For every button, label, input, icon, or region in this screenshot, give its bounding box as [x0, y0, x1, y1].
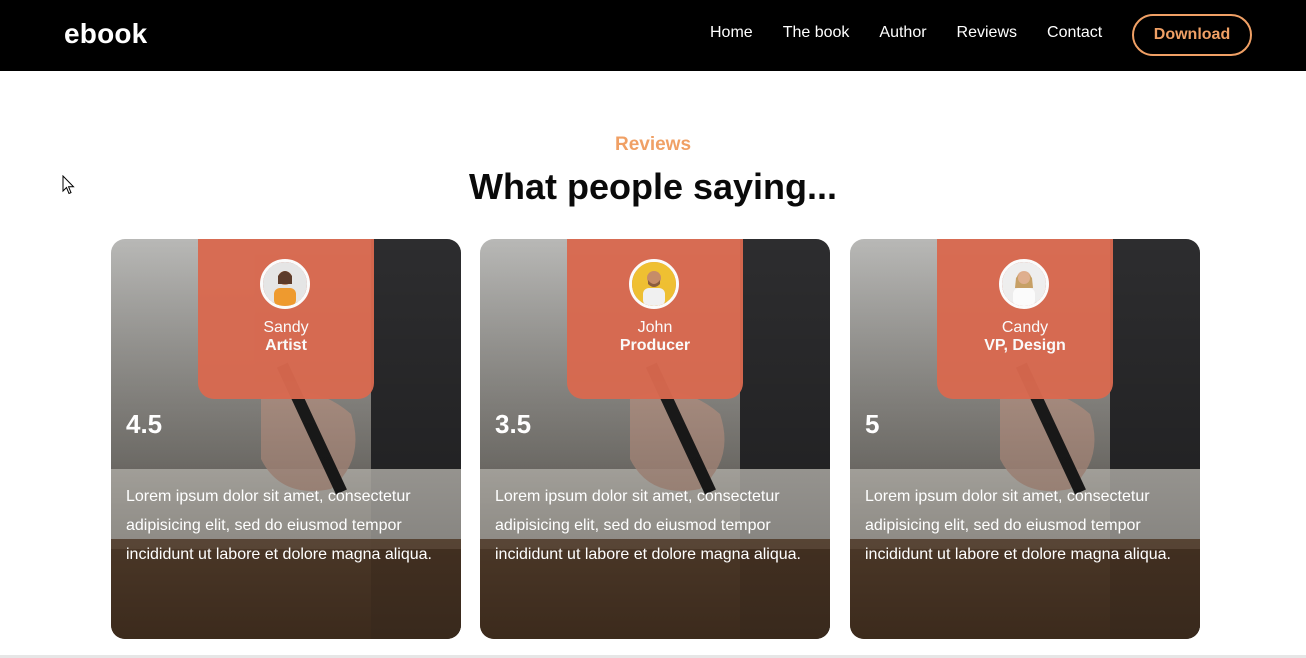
mouse-cursor-icon: [62, 175, 75, 195]
nav-reviews[interactable]: Reviews: [957, 24, 1017, 42]
review-card-sandy: Sandy Artist 4.5 Lorem ipsum dolor sit a…: [111, 239, 461, 639]
reviewer-name: Sandy: [263, 319, 309, 336]
nav-home[interactable]: Home: [710, 24, 753, 42]
reviewer-panel: Sandy Artist: [198, 239, 374, 399]
navbar: ebook Home The book Author Reviews Conta…: [0, 0, 1306, 71]
section-title: What people saying...: [468, 166, 838, 207]
rating-value: 3.5: [495, 409, 532, 439]
review-card-john: John Producer 3.5 Lorem ipsum dolor sit …: [480, 239, 830, 639]
brand-logo[interactable]: ebook: [64, 18, 147, 50]
reviewer-role: Artist: [265, 337, 307, 354]
section-subtitle: Reviews: [614, 134, 692, 155]
review-card-candy: Candy VP, Design 5 Lorem ipsum dolor sit…: [850, 239, 1200, 639]
reviewer-name: John: [637, 319, 673, 336]
person-avatar-icon: [632, 262, 676, 306]
reviewer-panel: Candy VP, Design: [937, 239, 1113, 399]
review-text: Lorem ipsum dolor sit amet, consectetur …: [495, 488, 801, 563]
reviewer-panel: John Producer: [567, 239, 743, 399]
rating-value: 5: [865, 409, 880, 439]
review-text: Lorem ipsum dolor sit amet, consectetur …: [126, 488, 432, 563]
nav-the-book[interactable]: The book: [783, 24, 850, 42]
avatar: [629, 259, 679, 309]
nav-links: Home The book Author Reviews Contact: [710, 24, 1132, 42]
reviewer-name: Candy: [1001, 319, 1049, 336]
review-text: Lorem ipsum dolor sit amet, consectetur …: [865, 488, 1171, 563]
nav-author[interactable]: Author: [879, 24, 926, 42]
rating-value: 4.5: [126, 409, 163, 439]
reviewer-role: Producer: [619, 337, 691, 354]
person-avatar-icon: [263, 262, 307, 306]
avatar: [260, 259, 310, 309]
nav-contact[interactable]: Contact: [1047, 24, 1102, 42]
download-button[interactable]: Download: [1132, 14, 1252, 56]
avatar: [999, 259, 1049, 309]
reviewer-role: VP, Design: [984, 337, 1066, 354]
person-avatar-icon: [1002, 262, 1046, 306]
